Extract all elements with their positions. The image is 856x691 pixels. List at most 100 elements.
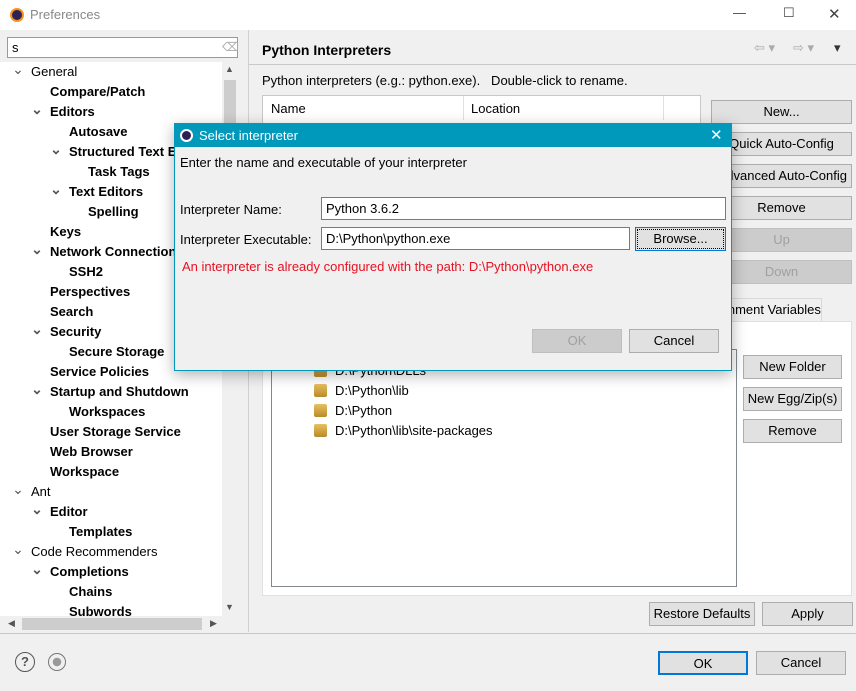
tree-item-label: Templates: [69, 524, 133, 539]
tree-item[interactable]: Compare/Patch: [50, 82, 145, 102]
library-item[interactable]: D:\Python\lib: [314, 381, 409, 401]
cancel-button[interactable]: Cancel: [756, 651, 846, 675]
page-title: Python Interpreters: [262, 42, 392, 58]
tree-item[interactable]: ⌄ Completions: [31, 561, 129, 582]
tree-item[interactable]: Service Policies: [50, 362, 149, 382]
tree-item-label: Security: [50, 324, 102, 339]
tree-item[interactable]: ⌄ Editors: [31, 101, 95, 122]
interpreter-executable-label: Interpreter Executable:: [180, 232, 312, 247]
scroll-right-icon[interactable]: ▶: [210, 618, 217, 629]
tree-item[interactable]: Task Tags: [88, 162, 150, 182]
tree-item[interactable]: Keys: [50, 222, 81, 242]
library-item[interactable]: D:\Python: [314, 401, 392, 421]
interpreter-executable-input[interactable]: [321, 227, 630, 250]
forward-icon[interactable]: ⇨ ▾: [793, 40, 814, 56]
tree-item-label: Search: [50, 304, 94, 319]
tree-item[interactable]: Templates: [69, 522, 132, 542]
scroll-left-icon[interactable]: ◀: [8, 618, 15, 629]
expand-arrow-icon[interactable]: ⌄: [50, 139, 62, 159]
tree-item[interactable]: ⌄ Network Connections: [31, 241, 184, 262]
expand-arrow-icon[interactable]: ⌄: [12, 62, 24, 79]
tree-item[interactable]: ⌄ Text Editors: [50, 181, 144, 202]
tree-item-label: Perspectives: [50, 284, 131, 299]
tree-item-label: Chains: [69, 584, 113, 599]
restore-defaults-button[interactable]: Restore Defaults: [649, 602, 755, 626]
help-icon[interactable]: ?: [15, 652, 35, 672]
ok-button[interactable]: OK: [658, 651, 748, 675]
browse-button[interactable]: Browse...: [635, 227, 726, 251]
expand-arrow-icon[interactable]: ⌄: [50, 179, 62, 199]
dialog-message: Enter the name and executable of your in…: [180, 155, 467, 170]
scroll-down-icon[interactable]: ▼: [225, 602, 234, 612]
interpreter-name-label: Interpreter Name:: [180, 202, 282, 217]
library-item[interactable]: D:\Python\lib\site-packages: [314, 421, 493, 441]
up-button[interactable]: Up: [711, 228, 852, 252]
menu-icon[interactable]: ▾: [834, 40, 841, 56]
dialog-ok-button[interactable]: OK: [532, 329, 622, 353]
tree-item[interactable]: Chains: [69, 582, 112, 602]
tree-item-label: Text Editors: [69, 184, 144, 199]
remove-interpreter-button[interactable]: Remove: [711, 196, 852, 220]
tree-item[interactable]: Autosave: [69, 122, 128, 142]
expand-arrow-icon[interactable]: ⌄: [12, 539, 24, 559]
new-egg-zip-button[interactable]: New Egg/Zip(s): [743, 387, 842, 411]
library-folder-icon: [314, 424, 327, 437]
tree-item[interactable]: Workspaces: [69, 402, 145, 422]
tree-item[interactable]: Workspace: [50, 462, 119, 482]
tree-item[interactable]: Search: [50, 302, 93, 322]
tree-item[interactable]: Web Browser: [50, 442, 133, 462]
library-path: D:\Python: [335, 403, 393, 418]
scroll-up-icon[interactable]: ▲: [225, 64, 234, 74]
tree-item-label: Editor: [50, 504, 88, 519]
column-name[interactable]: Name: [271, 101, 306, 116]
back-icon[interactable]: ⇦ ▾: [754, 40, 775, 56]
clear-filter-icon[interactable]: ⌫: [222, 40, 239, 54]
advanced-auto-config-button[interactable]: Advanced Auto-Config: [711, 164, 852, 188]
import-export-icon[interactable]: [48, 653, 66, 671]
maximize-button[interactable]: ☐: [783, 5, 795, 21]
expand-arrow-icon[interactable]: ⌄: [31, 379, 43, 399]
expand-arrow-icon[interactable]: ⌄: [31, 559, 43, 579]
footer-divider: [0, 633, 856, 634]
tree-item[interactable]: SSH2: [69, 262, 103, 282]
tree-item-label: Web Browser: [50, 444, 133, 459]
tree-item[interactable]: Subwords: [69, 602, 132, 616]
dialog-close-button[interactable]: ✕: [710, 126, 723, 144]
close-button[interactable]: ✕: [828, 5, 841, 23]
tree-item-label: Workspace: [50, 464, 120, 479]
interpreter-name-input[interactable]: [321, 197, 726, 220]
expand-arrow-icon[interactable]: ⌄: [12, 479, 24, 499]
new-folder-button[interactable]: New Folder: [743, 355, 842, 379]
minimize-button[interactable]: —: [733, 5, 746, 20]
tree-item[interactable]: ⌄ Startup and Shutdown: [31, 381, 189, 402]
expand-arrow-icon[interactable]: ⌄: [31, 239, 43, 259]
tree-horizontal-scrollbar[interactable]: ◀ ▶: [0, 616, 238, 632]
column-location[interactable]: Location: [471, 101, 520, 116]
dialog-title: Select interpreter: [199, 128, 298, 143]
tree-item-label: General: [31, 64, 78, 79]
tree-item-label: Task Tags: [88, 164, 150, 179]
new-button[interactable]: New...: [711, 100, 852, 124]
quick-auto-config-button[interactable]: Quick Auto-Config: [711, 132, 852, 156]
tree-item[interactable]: User Storage Service: [50, 422, 181, 442]
tree-item[interactable]: ⌄ General: [12, 62, 78, 82]
libraries-tree[interactable]: D:\Python\DLLsD:\Python\libD:\PythonD:\P…: [271, 349, 737, 587]
tree-item[interactable]: Perspectives: [50, 282, 130, 302]
tree-item[interactable]: ⌄ Code Recommenders: [12, 541, 157, 562]
expand-arrow-icon[interactable]: ⌄: [31, 499, 43, 519]
expand-arrow-icon[interactable]: ⌄: [31, 319, 43, 339]
tree-item[interactable]: Spelling: [88, 202, 139, 222]
down-button[interactable]: Down: [711, 260, 852, 284]
hscroll-thumb[interactable]: [22, 618, 202, 630]
expand-arrow-icon[interactable]: ⌄: [31, 99, 43, 119]
dialog-cancel-button[interactable]: Cancel: [629, 329, 719, 353]
filter-input[interactable]: [7, 37, 238, 58]
page-description: Python interpreters (e.g.: python.exe). …: [262, 73, 628, 88]
tree-item[interactable]: ⌄ Security: [31, 321, 102, 342]
remove-library-button[interactable]: Remove: [743, 419, 842, 443]
tree-item[interactable]: ⌄ Editor: [31, 501, 88, 522]
header-divider: [249, 64, 856, 65]
apply-button[interactable]: Apply: [762, 602, 853, 626]
tree-item[interactable]: Secure Storage: [69, 342, 164, 362]
tree-item-label: Autosave: [69, 124, 128, 139]
